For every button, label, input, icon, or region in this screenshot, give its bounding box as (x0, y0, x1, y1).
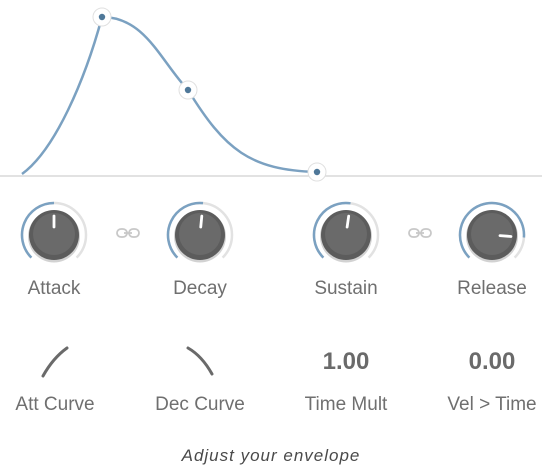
decay-label: Decay (173, 278, 227, 299)
curve-falling-icon (186, 346, 214, 376)
attack-knob[interactable] (19, 200, 89, 270)
sustain-handle[interactable] (307, 162, 327, 182)
knob-indicator (345, 214, 351, 229)
time-mult-value[interactable]: 1.00 (276, 348, 416, 376)
knob-cap (179, 213, 221, 255)
attack-knob-group: Attack (4, 198, 104, 308)
att-curve-label: Att Curve (15, 394, 95, 415)
decay-knob-group: Decay (150, 198, 250, 308)
curve-rising-icon (41, 346, 69, 378)
release-label: Release (457, 278, 527, 299)
knob-cap (325, 213, 367, 255)
decay-knob[interactable] (165, 200, 235, 270)
envelope-curve (21, 15, 318, 176)
vel-time-value[interactable]: 0.00 (422, 348, 542, 376)
att-curve-control[interactable]: Att Curve (0, 338, 125, 428)
time-mult-label: Time Mult (304, 394, 388, 415)
knob-indicator (199, 214, 204, 229)
footer-hint: Adjust your envelope (181, 446, 361, 465)
decay-handle[interactable] (178, 80, 198, 100)
sustain-label: Sustain (314, 278, 378, 299)
sustain-knob[interactable] (311, 200, 381, 270)
release-knob-group: Release (442, 198, 542, 308)
knob-cap (471, 213, 513, 255)
sustain-knob-group: Sustain (296, 198, 396, 308)
attack-peak-handle[interactable] (92, 7, 112, 27)
dec-curve-control[interactable]: Dec Curve (130, 338, 270, 428)
time-mult-control[interactable]: 1.00 Time Mult (276, 338, 416, 428)
envelope-graph[interactable] (0, 0, 542, 190)
attack-label: Attack (27, 278, 81, 299)
release-knob[interactable] (457, 200, 527, 270)
attack-decay-link-icon[interactable] (115, 222, 141, 244)
sustain-release-link-icon[interactable] (407, 222, 433, 244)
dec-curve-label: Dec Curve (155, 394, 245, 415)
vel-time-control[interactable]: 0.00 Vel > Time (422, 338, 542, 428)
knob-indicator (498, 234, 513, 238)
vel-time-label: Vel > Time (447, 394, 537, 415)
